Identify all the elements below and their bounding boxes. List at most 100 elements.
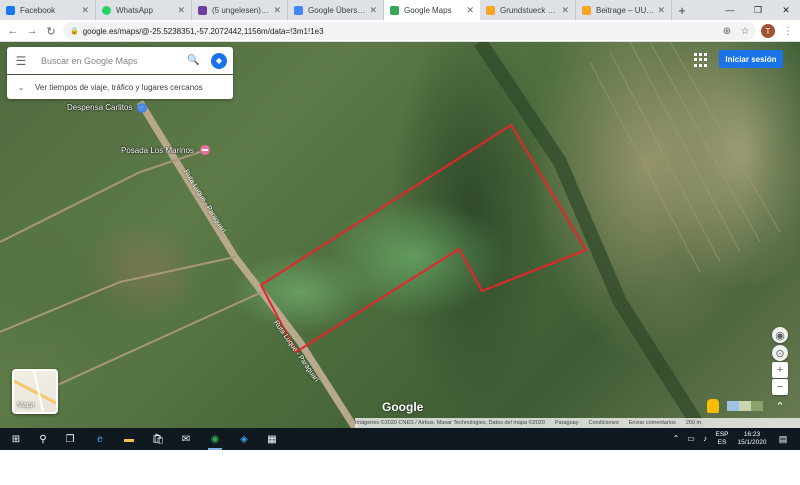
street-view-pegman-icon[interactable] <box>707 399 719 413</box>
file-explorer-icon[interactable]: ▬ <box>121 431 137 447</box>
blank-area <box>0 450 800 485</box>
tab-beitrage[interactable]: Beitrage – UUSA – ✕ <box>576 0 672 20</box>
store-pin-icon[interactable]: 🛒 <box>137 103 147 113</box>
close-tab-icon[interactable]: ✕ <box>657 5 665 16</box>
layers-label: Mapa <box>17 402 35 409</box>
tab-label: Google Übersetzer <box>308 5 366 15</box>
back-button[interactable]: ← <box>5 23 21 39</box>
search-icon[interactable]: 🔍 <box>187 55 205 66</box>
forward-button[interactable]: → <box>24 23 40 39</box>
close-tab-icon[interactable]: ✕ <box>369 5 377 16</box>
tab-label: Beitrage – UUSA – <box>596 5 655 15</box>
close-window-button[interactable]: ✕ <box>772 0 800 20</box>
place-label[interactable]: Despensa Carlitos <box>67 103 132 112</box>
map-overlay <box>0 42 781 428</box>
network-icon[interactable]: ▭ <box>685 428 697 450</box>
scale-label[interactable]: 200 m <box>686 420 701 426</box>
property-boundary <box>259 123 588 354</box>
app-icon[interactable]: ◈ <box>236 431 252 447</box>
chevron-down-icon[interactable]: ⌄ <box>7 83 35 92</box>
language-top: ESP <box>715 431 729 439</box>
clock[interactable]: 16:23 15/1/2020 <box>734 428 770 450</box>
traffic-text: Ver tiempos de viaje, tráfico y lugares … <box>35 82 203 92</box>
chrome-icon[interactable]: ◉ <box>207 431 223 450</box>
close-tab-icon[interactable]: ✕ <box>177 5 185 16</box>
my-location-icon[interactable]: ⊙ <box>772 345 788 361</box>
google-logo: Google <box>382 400 424 414</box>
site-icon <box>582 5 591 15</box>
terms-link[interactable]: Condiciones <box>588 420 618 426</box>
site-icon <box>486 5 495 15</box>
apps-grid-icon[interactable] <box>694 53 708 67</box>
directions-icon[interactable]: ◆ <box>211 52 227 69</box>
search-input[interactable]: Buscar en Google Maps <box>35 56 187 66</box>
task-view-icon[interactable]: ❐ <box>62 431 78 447</box>
tab-translate[interactable]: Google Übersetzer ✕ <box>288 0 384 20</box>
satellite-map[interactable]: Despensa Carlitos 🛒 Posada Los Marinos ▬… <box>0 42 800 428</box>
tab-strip: Facebook ✕ WhatsApp ✕ (5 ungelesen) – ti… <box>0 0 800 20</box>
globe-icon[interactable]: ◉ <box>772 327 788 343</box>
close-tab-icon[interactable]: ✕ <box>561 5 569 16</box>
close-tab-icon[interactable]: ✕ <box>273 5 281 16</box>
layers-toggle[interactable]: Mapa <box>12 369 58 414</box>
close-tab-icon[interactable]: ✕ <box>466 5 474 16</box>
language-indicator[interactable]: ESP ES <box>712 428 732 450</box>
map-attribution: Imágenes ©2020 CNES / Airbus, Maxar Tech… <box>355 418 800 428</box>
edge-icon[interactable]: e <box>92 431 108 447</box>
facebook-icon <box>6 5 15 15</box>
tab-label: Grundstueck mit 2… <box>500 5 559 15</box>
bookmark-star-icon[interactable]: ☆ <box>737 22 753 40</box>
feedback-link[interactable]: Enviar comentarios <box>629 420 676 426</box>
minimize-button[interactable]: — <box>716 0 744 20</box>
language-bottom: ES <box>717 439 727 446</box>
address-bar[interactable]: 🔒 google.es/maps/@-25.5238351,-57.207244… <box>63 22 756 40</box>
side-road <box>0 151 201 243</box>
tray-arrow-icon[interactable]: ⌃ <box>670 428 682 450</box>
profile-avatar[interactable]: T <box>761 24 775 38</box>
tab-mail[interactable]: (5 ungelesen) – ti… ✕ <box>192 0 288 20</box>
reload-button[interactable]: ↻ <box>43 23 59 39</box>
clock-time: 16:23 <box>743 431 761 439</box>
volume-icon[interactable]: ♪ <box>699 428 711 450</box>
tab-label: Google Maps <box>404 5 452 15</box>
browser-menu-icon[interactable]: ⋮ <box>780 22 796 40</box>
country-link[interactable]: Paraguay <box>555 420 579 426</box>
url-text: google.es/maps/@-25.5238351,-57.2072442,… <box>82 26 324 36</box>
tab-label: Facebook <box>20 5 56 15</box>
store-icon[interactable]: 🛍 <box>150 431 166 447</box>
expand-icon[interactable]: ⌃ <box>772 398 788 414</box>
lodging-pin-icon[interactable]: ▬ <box>200 145 210 155</box>
browser-toolbar: ← → ↻ 🔒 google.es/maps/@-25.5238351,-57.… <box>0 20 800 42</box>
whatsapp-icon <box>102 5 111 15</box>
translate-icon <box>294 5 303 15</box>
mail-icon[interactable]: ✉ <box>178 431 194 447</box>
mail-icon <box>198 5 207 15</box>
restore-button[interactable]: ❐ <box>744 0 772 20</box>
imagery-thumbnails[interactable] <box>727 401 763 411</box>
place-label[interactable]: Posada Los Marinos <box>121 146 194 155</box>
search-icon[interactable]: ⚲ <box>35 431 51 447</box>
zoom-out-button[interactable]: − <box>772 379 788 395</box>
windows-taskbar: ⊞ ⚲ ❐ e ▬ 🛍 ✉ ◉ ◈ ▦ ⌃ ▭ ♪ ESP ES 16:23 1… <box>0 428 800 450</box>
windows-start-icon[interactable]: ⊞ <box>8 431 24 447</box>
maps-icon <box>390 5 399 15</box>
sign-in-button[interactable]: Iniciar sesión <box>719 50 783 68</box>
lock-icon: 🔒 <box>70 28 79 35</box>
traffic-panel[interactable]: ⌄ Ver tiempos de viaje, tráfico y lugare… <box>7 75 233 99</box>
hamburger-menu-icon[interactable]: ☰ <box>7 54 35 68</box>
tab-label: (5 ungelesen) – ti… <box>212 5 270 15</box>
tab-facebook[interactable]: Facebook ✕ <box>0 0 96 20</box>
new-tab-button[interactable]: + <box>672 0 692 20</box>
zoom-in-button[interactable]: + <box>772 362 788 378</box>
tab-label: WhatsApp <box>116 5 153 15</box>
add-icon[interactable]: ⊕ <box>719 22 735 40</box>
attribution-text: Imágenes ©2020 CNES / Airbus, Maxar Tech… <box>355 420 545 426</box>
tab-google-maps[interactable]: Google Maps ✕ <box>384 0 480 20</box>
close-tab-icon[interactable]: ✕ <box>81 5 89 16</box>
notifications-icon[interactable]: ▤ <box>776 428 790 450</box>
maps-search-box: ☰ Buscar en Google Maps 🔍 ◆ <box>7 47 233 74</box>
tab-grundstueck[interactable]: Grundstueck mit 2… ✕ <box>480 0 576 20</box>
calculator-icon[interactable]: ▦ <box>264 431 280 447</box>
tab-whatsapp[interactable]: WhatsApp ✕ <box>96 0 192 20</box>
clock-date: 15/1/2020 <box>737 439 767 446</box>
